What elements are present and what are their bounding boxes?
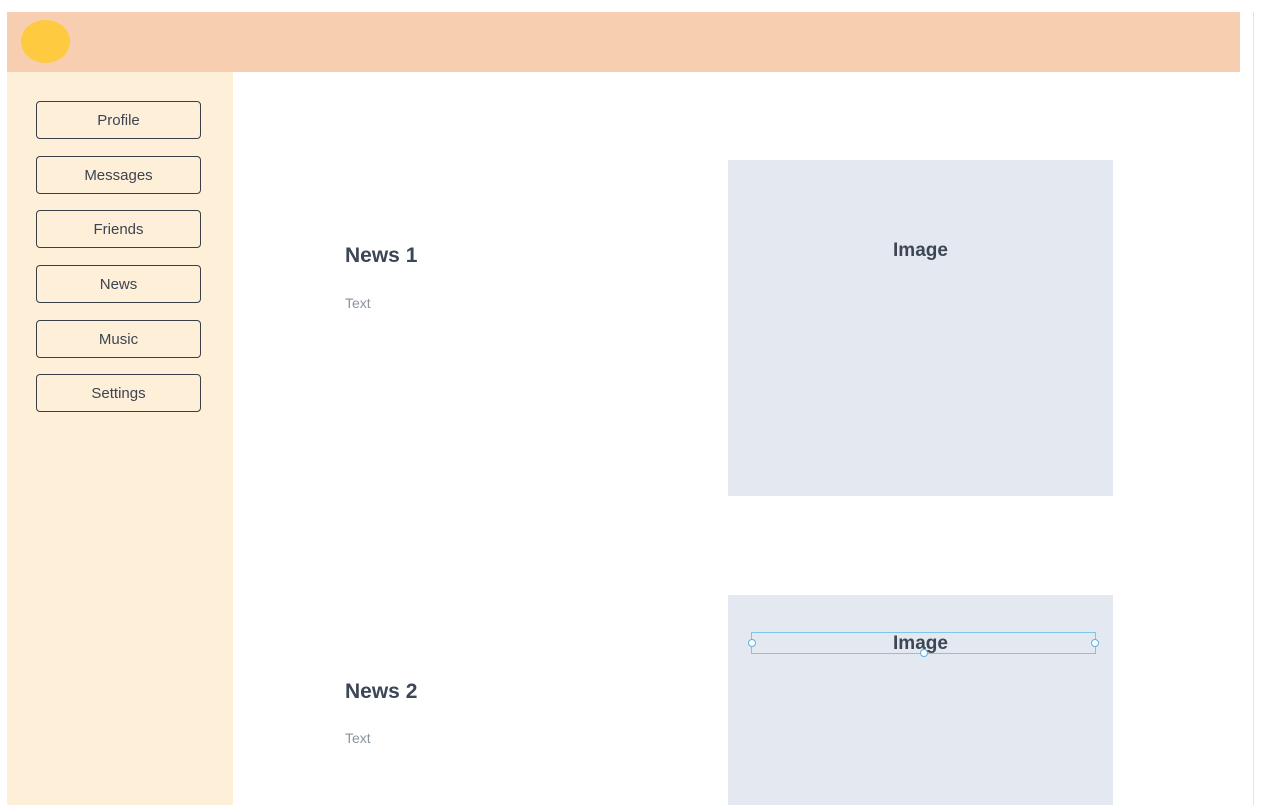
news-1-text: Text [345, 295, 371, 311]
sidebar-item-settings[interactable]: Settings [36, 374, 201, 412]
sidebar-item-friends[interactable]: Friends [36, 210, 201, 248]
news-2-image: Image [728, 595, 1113, 805]
news-2-title: News 2 [345, 680, 418, 703]
sidebar: Profile Messages Friends News Music Sett… [7, 72, 233, 805]
sidebar-item-profile[interactable]: Profile [36, 101, 201, 139]
top-header [7, 12, 1240, 72]
sidebar-item-music[interactable]: Music [36, 320, 201, 358]
news-2-text: Text [345, 730, 371, 746]
avatar-icon[interactable] [21, 20, 70, 63]
news-1-title: News 1 [345, 244, 418, 267]
sidebar-item-news[interactable]: News [36, 265, 201, 303]
canvas-edge-divider [1253, 12, 1254, 805]
news-1-image-label: Image [893, 240, 948, 261]
sidebar-item-messages[interactable]: Messages [36, 156, 201, 194]
news-1-image: Image [728, 160, 1113, 496]
app-frame: Profile Messages Friends News Music Sett… [7, 12, 1240, 805]
news-2-image-label[interactable]: Image [728, 633, 1113, 655]
